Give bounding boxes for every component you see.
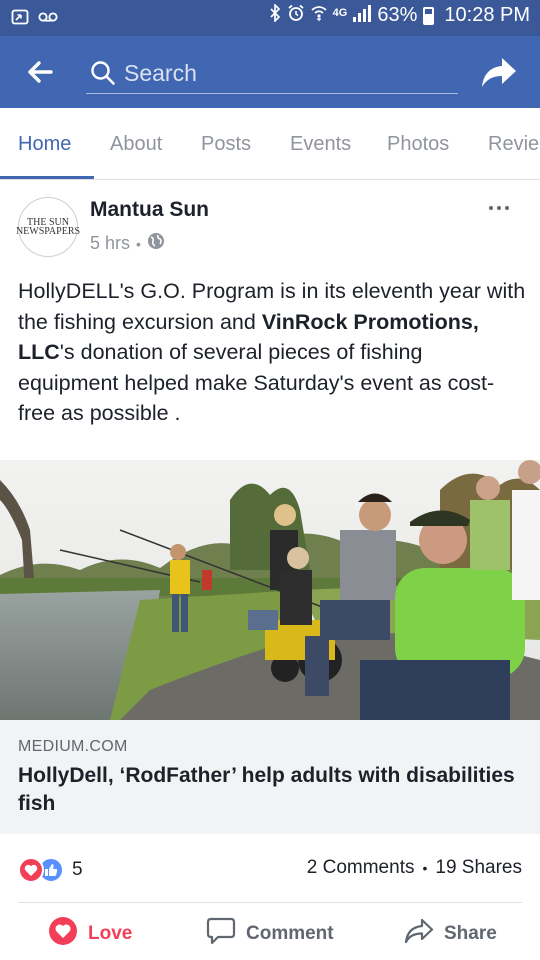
page-tabs: Home About Posts Events Photos Revie [0, 108, 540, 180]
tab-home[interactable]: Home [18, 108, 71, 179]
tab-about[interactable]: About [110, 108, 162, 179]
search-header [0, 36, 540, 108]
share-icon [404, 917, 434, 951]
reactions-summary[interactable]: 5 [18, 856, 83, 884]
globe-icon [147, 232, 165, 255]
more-options-button[interactable] [484, 198, 514, 218]
comments-count[interactable]: 2 Comments [307, 857, 415, 879]
search-icon [90, 60, 116, 91]
love-reaction-icon [18, 857, 44, 883]
tab-photos[interactable]: Photos [387, 108, 449, 179]
engagement-counts: 2 Comments • 19 Shares [307, 857, 522, 879]
link-preview[interactable]: MEDIUM.COM HollyDell, ‘RodFather’ help a… [0, 720, 540, 834]
share-label: Share [444, 923, 497, 944]
more-dot-icon [489, 206, 493, 210]
search-input[interactable] [124, 56, 444, 90]
share-arrow-icon [482, 58, 516, 87]
avatar-line-2: NEWSPAPERS [15, 226, 81, 237]
engagement-separator: • [422, 860, 428, 876]
post-text: HollyDELL's G.O. Program is in its eleve… [18, 276, 528, 429]
avatar[interactable]: THE SUN NEWSPAPERS [15, 197, 81, 257]
signal-icon [353, 4, 372, 27]
clock: 10:28 PM [444, 4, 530, 26]
wifi-icon [311, 4, 327, 27]
love-button[interactable]: Love [48, 916, 133, 952]
love-label: Love [88, 923, 133, 944]
post-action-bar: Love Comment Share [0, 902, 540, 960]
battery-icon [423, 6, 435, 25]
tab-posts[interactable]: Posts [201, 108, 251, 179]
link-title: HollyDell, ‘RodFather’ help adults with … [18, 764, 515, 815]
post-time[interactable]: 5 hrs [90, 233, 130, 254]
post-photo[interactable] [0, 460, 540, 720]
post-text-part-2: 's donation of several pieces of fishing… [18, 340, 495, 425]
post-card: THE SUN NEWSPAPERS Mantua Sun 5 hrs • Ho… [0, 180, 540, 960]
search-field[interactable] [86, 54, 458, 94]
comment-icon [206, 917, 236, 951]
comment-button[interactable]: Comment [206, 917, 334, 951]
more-dot-icon [505, 206, 509, 210]
battery-percent: 63% [377, 4, 418, 26]
love-icon [48, 916, 78, 952]
status-bar: 4G 63% 10:28 PM [0, 0, 540, 36]
more-dot-icon [497, 206, 501, 210]
bluetooth-icon [269, 2, 281, 27]
post-meta: 5 hrs • [90, 232, 165, 255]
comment-label: Comment [246, 923, 334, 944]
meta-dot: • [136, 235, 141, 252]
fishing-event-photo [0, 460, 540, 720]
voicemail-icon [38, 7, 58, 27]
reactions-count: 5 [72, 859, 83, 880]
share-page-button[interactable] [480, 53, 518, 91]
tab-events[interactable]: Events [290, 108, 351, 179]
back-button[interactable] [22, 54, 58, 90]
post-author[interactable]: Mantua Sun [90, 198, 209, 222]
tab-reviews[interactable]: Revie [488, 108, 539, 179]
network-type-label: 4G [332, 6, 348, 19]
back-arrow-icon [28, 61, 53, 83]
alarm-icon [287, 4, 305, 27]
share-button[interactable]: Share [404, 918, 497, 950]
link-domain: MEDIUM.COM [18, 738, 128, 755]
screen-mirror-icon [10, 7, 30, 27]
shares-count[interactable]: 19 Shares [435, 857, 522, 879]
